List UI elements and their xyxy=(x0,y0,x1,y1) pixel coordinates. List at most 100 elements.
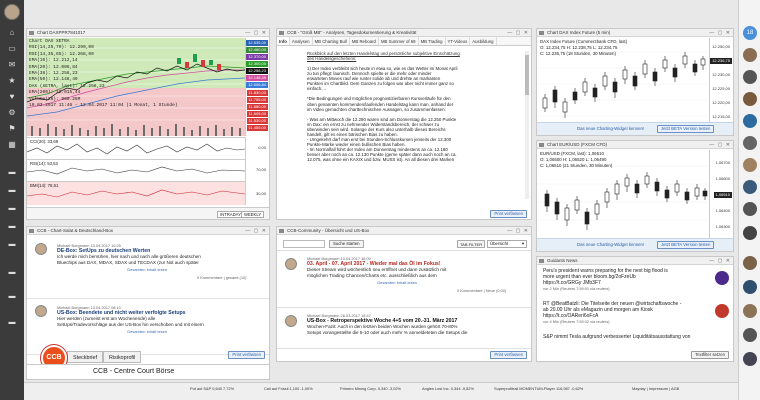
window-controls[interactable]: — ▢ ✕ xyxy=(507,29,529,36)
author-avatar[interactable] xyxy=(35,243,47,255)
text-filter-button[interactable]: Textfilter setzen xyxy=(691,351,729,359)
news-item[interactable]: RT @BeatBatzli: Die Titelseite der neuen… xyxy=(543,301,713,324)
read-more-link[interactable]: Gesamten Inhalt lesen xyxy=(307,280,506,285)
view-select[interactable]: Übersicht ▾ xyxy=(487,240,527,248)
bookmark-icon[interactable]: ★ xyxy=(6,76,18,86)
folder-icon[interactable]: ▬ xyxy=(6,186,18,196)
footer-links[interactable]: Mayday | Impressum | AGB xyxy=(632,386,679,391)
ticker-item[interactable]: Put auf S&P 0,640 7,72% xyxy=(190,386,234,391)
search-button[interactable]: Suche starten xyxy=(329,240,364,248)
tab-videos[interactable]: YT-Videos xyxy=(446,37,471,45)
tab-analysen[interactable]: Analysen xyxy=(290,37,313,45)
rsi-panel[interactable]: RSI(14): 53,53 xyxy=(27,159,245,181)
beta-button[interactable]: Jetzt BETA Version testen xyxy=(657,125,715,133)
ticker-item[interactable]: Primero Mining Corp. 0,340 -3,02% xyxy=(340,386,401,391)
comments-count[interactable]: 0 Kommentare | Neue (0:00) xyxy=(307,288,506,293)
avatar[interactable] xyxy=(743,48,757,62)
ticker-item[interactable]: Call auf Fossil 1,100 -1,00% xyxy=(264,386,313,391)
grip-icon[interactable] xyxy=(539,259,544,263)
cci-panel[interactable]: CCI(20): 33,69 xyxy=(27,137,245,159)
avatar[interactable] xyxy=(743,180,757,194)
avatar[interactable] xyxy=(743,280,757,294)
price-chart-area[interactable]: EUR/USD (FXCM, last): 1,06510 O: 1,06500… xyxy=(537,150,709,238)
print-button[interactable]: Print verfassen xyxy=(228,351,265,359)
tab-info[interactable]: Info xyxy=(277,37,290,45)
post-body-line: Setups vorangestellte die 5-10 oder auch… xyxy=(307,329,468,335)
author-avatar[interactable] xyxy=(285,258,297,270)
grip-icon[interactable] xyxy=(279,229,284,233)
avatar[interactable] xyxy=(743,256,757,270)
filter-button[interactable]: TAB FILTER xyxy=(457,240,486,248)
settings-icon[interactable]: ⚙ xyxy=(6,108,18,118)
window-controls[interactable]: — ▢ ✕ xyxy=(245,29,267,36)
flag-icon[interactable]: ⚑ xyxy=(6,124,18,134)
read-more-link[interactable]: Gesamten Inhalt lesen xyxy=(57,267,246,272)
weekly-button[interactable]: WEEKLY xyxy=(241,211,265,218)
grip-icon[interactable] xyxy=(539,31,544,35)
beta-button[interactable]: Jetzt BETA Version testen xyxy=(657,241,715,249)
heart-icon[interactable]: ♥ xyxy=(6,92,18,102)
read-more-link[interactable]: Gesamten Inhalt lesen xyxy=(57,329,204,334)
window-controls[interactable]: — ▢ ✕ xyxy=(507,227,529,234)
tab-trading[interactable]: MB Trading xyxy=(419,37,446,45)
tab-ausbildung[interactable]: Ausbildung xyxy=(470,37,497,45)
author-avatar[interactable] xyxy=(35,305,47,317)
logo-text: CCB xyxy=(46,354,62,361)
chat-icon[interactable]: ✉ xyxy=(6,60,18,70)
avatar[interactable] xyxy=(743,304,757,318)
home-icon[interactable]: ⌂ xyxy=(6,28,18,38)
comments-count[interactable]: 0 Kommentare | gesamt (10) xyxy=(57,275,246,280)
ticker-item[interactable]: Superprofitrail MOMENTUM-Player 116,987 … xyxy=(494,386,583,391)
user-avatar[interactable] xyxy=(4,4,20,20)
avatar[interactable] xyxy=(743,226,757,240)
folder-icon[interactable]: ▬ xyxy=(6,222,18,232)
avatar[interactable] xyxy=(743,136,757,150)
window-controls[interactable]: — ▢ ✕ xyxy=(709,29,731,36)
folder-icon[interactable]: ▬ xyxy=(6,204,18,214)
tab-charting-bull[interactable]: MB Charting Bull xyxy=(313,37,350,45)
tab-summer[interactable]: MB Summer of 69 xyxy=(379,37,419,45)
window-controls[interactable]: — ▢ ✕ xyxy=(245,227,267,234)
avatar[interactable] xyxy=(743,352,757,366)
scrollbar[interactable] xyxy=(525,51,529,199)
ticker-item[interactable]: Angles Lost Inc. 0,344 -9,52% xyxy=(422,386,474,391)
news-item[interactable]: S&P nimmt Tesla aufgrund verbesserter Li… xyxy=(543,334,727,340)
folder-icon[interactable]: ▬ xyxy=(6,292,18,302)
folder-icon[interactable]: ▬ xyxy=(6,268,18,278)
folder-icon[interactable]: ▬ xyxy=(6,318,18,328)
chart-legend: EUR/USD (FXCM, last): 1,06510 O: 1,06500… xyxy=(540,151,612,169)
avatar[interactable] xyxy=(743,70,757,84)
avatar[interactable] xyxy=(743,158,757,172)
window-controls[interactable]: — ▢ ✕ xyxy=(709,257,731,264)
tab-reboard[interactable]: MB Reboard xyxy=(350,37,379,45)
notification-icon[interactable]: 18 xyxy=(743,26,757,40)
avatar[interactable] xyxy=(743,92,757,106)
grip-icon[interactable] xyxy=(29,229,34,233)
search-input[interactable] xyxy=(283,240,325,248)
folder-icon[interactable]: ▬ xyxy=(6,240,18,250)
print-button[interactable]: Print verfassen xyxy=(490,351,527,359)
grip-icon[interactable] xyxy=(29,31,34,35)
tab-steckbrief[interactable]: Steckbrief xyxy=(67,351,103,363)
bmi-panel[interactable]: BMI(14): 78,61 xyxy=(27,181,245,205)
grid-icon[interactable]: ▦ xyxy=(6,140,18,150)
avatar[interactable] xyxy=(743,114,757,128)
avatar[interactable] xyxy=(743,202,757,216)
print-button[interactable]: Print verfassen xyxy=(490,210,527,218)
tab-risikoprofil[interactable]: Risikoprofil xyxy=(102,351,142,363)
avatar[interactable] xyxy=(743,328,757,342)
grip-icon[interactable] xyxy=(539,143,544,147)
folder-icon[interactable]: ▬ xyxy=(6,168,18,178)
source-avatar[interactable] xyxy=(715,304,729,318)
news-item[interactable]: Peru's president warns preparing for the… xyxy=(543,268,713,291)
window-controls[interactable]: — ▢ ✕ xyxy=(709,141,731,148)
intraday-button[interactable]: INTRADAY xyxy=(217,211,244,218)
source-avatar[interactable] xyxy=(715,271,729,285)
price-chart-area[interactable]: Chart DAX XETRA RSI(14,25,70): 12.290,00… xyxy=(27,38,245,136)
price-label: 12.225,00 xyxy=(712,86,730,91)
monitor-icon[interactable]: ▭ xyxy=(6,44,18,54)
post-content: Michael Borgmann 26.03.2017 15:47 US-Box… xyxy=(307,313,467,335)
grip-icon[interactable] xyxy=(279,31,284,35)
price-chart-area[interactable]: DAX Index Future (Commerzbank CFD, last)… xyxy=(537,38,709,122)
author-avatar[interactable] xyxy=(285,315,297,327)
